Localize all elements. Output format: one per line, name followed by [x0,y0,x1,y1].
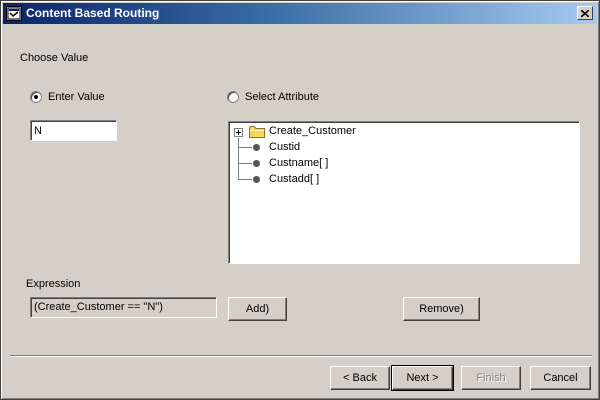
leaf-dot-icon [253,160,260,167]
cancel-button[interactable]: Cancel [530,366,591,390]
enter-value-radio[interactable] [30,91,42,103]
enter-value-label: Enter Value [48,91,105,103]
finish-button: Finish [461,366,521,390]
remove-button[interactable]: Remove) [403,297,480,321]
next-button-label: Next > [406,372,439,384]
add-button[interactable]: Add) [228,297,287,321]
back-button-label: < Back [343,372,377,384]
window-title: Content Based Routing [26,6,160,20]
expression-field: (Create_Customer == "N") [30,297,217,318]
leaf-dot-icon [253,144,260,151]
app-icon [6,6,22,21]
tree-connector [238,147,252,148]
remove-button-label: Remove) [419,303,464,315]
tree-item-label: Custadd[ ] [269,173,320,185]
finish-button-label: Finish [476,372,506,384]
back-button[interactable]: < Back [330,366,390,390]
close-button[interactable] [577,6,593,20]
value-input[interactable] [30,120,117,141]
expression-label: Expression [26,278,81,290]
tree-item-label: Create_Customer [269,125,356,137]
dialog-window: Content Based Routing Choose Value Enter… [0,0,600,400]
tree-item-label: Custname[ ] [269,157,329,169]
tree-connector [238,179,252,180]
tree-connector [238,138,239,179]
footer-separator [10,355,592,357]
attribute-tree[interactable]: Create_Customer Custid Custname[ ] Custa… [228,121,580,264]
select-attribute-radio[interactable] [227,91,239,103]
enter-value-option[interactable]: Enter Value [30,91,105,103]
leaf-dot-icon [253,176,260,183]
title-bar[interactable]: Content Based Routing [3,3,597,24]
next-button[interactable]: Next > [391,365,454,391]
close-icon [581,9,589,17]
expand-collapse-icon[interactable] [234,128,243,137]
tree-item-label: Custid [269,141,301,153]
folder-icon [249,126,265,138]
select-attribute-label: Select Attribute [245,91,319,103]
select-attribute-option[interactable]: Select Attribute [227,91,319,103]
tree-connector [238,163,252,164]
choose-value-heading: Choose Value [20,52,89,64]
add-button-label: Add) [245,303,270,315]
cancel-button-label: Cancel [543,372,578,384]
